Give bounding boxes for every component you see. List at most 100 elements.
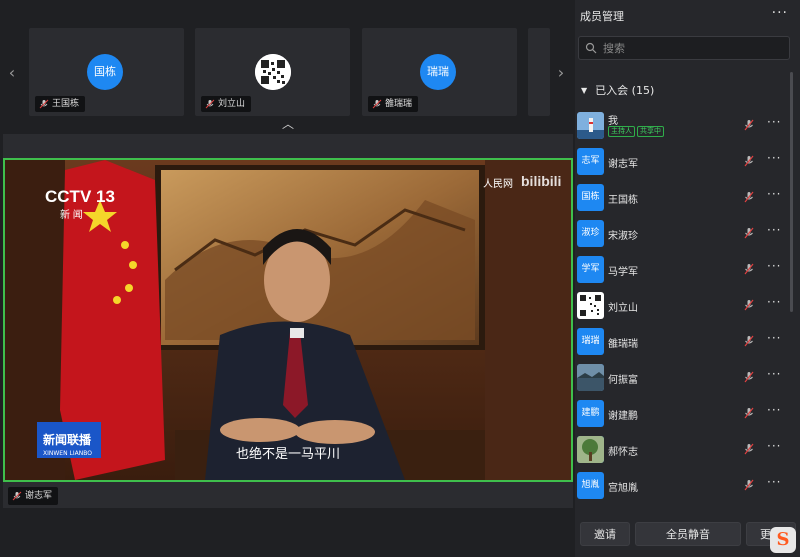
participant-tile[interactable]: 刘立山 (195, 28, 350, 116)
participant-name: 刘立山 (218, 99, 246, 109)
avatar: 瑞瑞 (577, 328, 604, 355)
member-name: 雒瑞瑞 (608, 339, 638, 350)
avatar: 学军 (577, 256, 604, 283)
member-ellipsis-icon[interactable]: ··· (767, 151, 781, 165)
panel-ellipsis-icon[interactable]: ··· (772, 5, 788, 21)
member-panel: 成员管理 ··· ▼ 已入会 (15) 我 主持人 共享中 (575, 0, 800, 557)
invite-button[interactable]: 邀请 (580, 522, 630, 546)
active-speaker-video[interactable]: CCTV 13 新 闻 人民网 bilibili 新闻联播 XINWEN LIA… (3, 158, 573, 482)
participant-name: 王国栋 (52, 99, 80, 109)
mute-all-button[interactable]: 全员静音 (635, 522, 741, 546)
avatar (577, 436, 604, 463)
mic-off-icon (39, 99, 49, 109)
participant-tile-partial[interactable] (528, 28, 550, 116)
strip-prev-arrow-icon[interactable]: ‹ (2, 58, 22, 88)
mic-off-icon[interactable] (743, 443, 755, 455)
mic-off-icon (12, 491, 22, 501)
member-ellipsis-icon[interactable]: ··· (767, 115, 781, 129)
mic-off-icon[interactable] (743, 155, 755, 167)
mic-off-icon (205, 99, 215, 109)
member-row[interactable]: 学军 马学军 ··· (575, 252, 793, 288)
member-row[interactable]: 建鹏 谢建鹏 ··· (575, 396, 793, 432)
member-ellipsis-icon[interactable]: ··· (767, 187, 781, 201)
channel-sub: 新 闻 (60, 208, 83, 221)
member-name: 郝怀志 (608, 447, 638, 458)
avatar: 瑞瑞 (420, 54, 456, 90)
mic-off-icon[interactable] (743, 479, 755, 491)
avatar (577, 364, 604, 391)
watermark-left: 人民网 (483, 178, 513, 190)
member-row[interactable]: 淑珍 宋淑珍 ··· (575, 216, 793, 252)
avatar: 国栋 (577, 184, 604, 211)
video-content: CCTV 13 新 闻 人民网 bilibili 新闻联播 XINWEN LIA… (5, 160, 571, 480)
avatar (577, 112, 604, 139)
video-area: ‹ 国栋 王国栋 刘立山 瑞瑞 雒瑞瑞 › ︿ CCTV 13 新 闻 人民网 … (0, 0, 575, 557)
member-row[interactable]: 刘立山 ··· (575, 288, 793, 324)
avatar (577, 292, 604, 319)
member-name: 何振富 (608, 375, 638, 386)
joined-section-header[interactable]: ▼ 已入会 (15) (581, 82, 654, 98)
participant-name-tag: 王国栋 (35, 96, 86, 112)
avatar: 旭胤 (577, 472, 604, 499)
qr-code-icon (255, 54, 291, 90)
search-field[interactable] (578, 36, 790, 60)
member-row[interactable]: 郝怀志 ··· (575, 432, 793, 468)
qr-avatar (255, 54, 291, 90)
member-ellipsis-icon[interactable]: ··· (767, 295, 781, 309)
main-video-panel: CCTV 13 新 闻 人民网 bilibili 新闻联播 XINWEN LIA… (3, 134, 573, 508)
lake-photo-icon (577, 364, 604, 391)
member-name: 宫旭胤 (608, 483, 638, 494)
member-row[interactable]: 瑞瑞 雒瑞瑞 ··· (575, 324, 793, 360)
mic-off-icon[interactable] (743, 263, 755, 275)
member-badges: 主持人 共享中 (608, 126, 664, 137)
member-name: 马学军 (608, 267, 638, 278)
member-name: 谢建鹏 (608, 411, 638, 422)
member-name: 刘立山 (608, 303, 638, 314)
member-name: 我 (608, 116, 618, 127)
mic-off-icon (372, 99, 382, 109)
watermark-right: bilibili (521, 173, 561, 189)
member-name: 王国栋 (608, 195, 638, 206)
active-speaker-name-tag: 谢志军 (8, 487, 59, 505)
lighthouse-photo-icon (577, 112, 604, 139)
app-logo-icon: S (770, 527, 796, 553)
strip-next-arrow-icon[interactable]: › (551, 58, 571, 88)
avatar: 志军 (577, 148, 604, 175)
member-row[interactable]: 旭胤 宫旭胤 ··· (575, 468, 793, 504)
member-ellipsis-icon[interactable]: ··· (767, 475, 781, 489)
panel-title: 成员管理 (580, 10, 624, 23)
sharing-badge: 共享中 (637, 126, 664, 137)
participant-tile[interactable]: 国栋 王国栋 (29, 28, 184, 116)
mic-off-icon[interactable] (743, 371, 755, 383)
member-ellipsis-icon[interactable]: ··· (767, 223, 781, 237)
avatar: 淑珍 (577, 220, 604, 247)
participant-strip: ‹ 国栋 王国栋 刘立山 瑞瑞 雒瑞瑞 › (0, 28, 575, 120)
mic-off-icon[interactable] (743, 191, 755, 203)
mic-off-icon[interactable] (743, 335, 755, 347)
mic-off-icon[interactable] (743, 407, 755, 419)
mic-off-icon[interactable] (743, 227, 755, 239)
avatar: 国栋 (87, 54, 123, 90)
news-logo-line1: 新闻联播 (43, 432, 92, 447)
collapse-strip-chevron-up-icon[interactable]: ︿ (280, 118, 296, 130)
search-input[interactable] (601, 40, 785, 56)
search-icon (585, 42, 597, 54)
member-row[interactable]: 何振富 ··· (575, 360, 793, 396)
joined-section-label: 已入会 (15) (595, 84, 655, 97)
participant-name-tag: 雒瑞瑞 (368, 96, 419, 112)
video-subtitle: 也绝不是一马平川 (236, 446, 340, 462)
member-ellipsis-icon[interactable]: ··· (767, 331, 781, 345)
mic-off-icon[interactable] (743, 299, 755, 311)
member-row[interactable]: 我 主持人 共享中 ··· (575, 108, 793, 144)
participant-tile[interactable]: 瑞瑞 雒瑞瑞 (362, 28, 517, 116)
member-ellipsis-icon[interactable]: ··· (767, 439, 781, 453)
member-row[interactable]: 国栋 王国栋 ··· (575, 180, 793, 216)
participant-name-tag: 刘立山 (201, 96, 252, 112)
caret-down-icon: ▼ (581, 85, 588, 95)
member-name: 宋淑珍 (608, 231, 638, 242)
mic-off-icon[interactable] (743, 119, 755, 131)
member-ellipsis-icon[interactable]: ··· (767, 403, 781, 417)
member-ellipsis-icon[interactable]: ··· (767, 259, 781, 273)
member-ellipsis-icon[interactable]: ··· (767, 367, 781, 381)
member-row[interactable]: 志军 谢志军 ··· (575, 144, 793, 180)
